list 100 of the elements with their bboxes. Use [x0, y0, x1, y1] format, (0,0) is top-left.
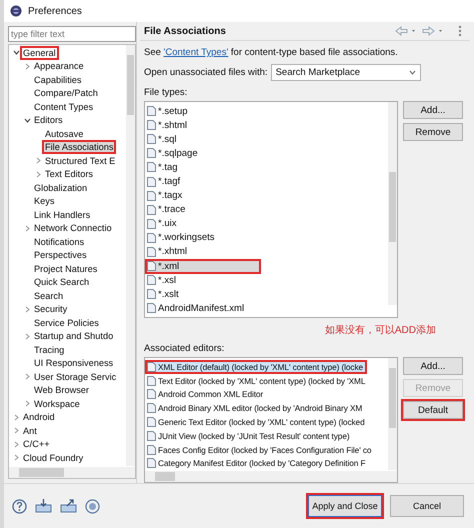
chevron-right-icon[interactable] [24, 306, 31, 313]
tree-item[interactable]: UI Responsiveness [33, 358, 114, 368]
tree-item[interactable]: Tracing [33, 344, 66, 355]
list-item[interactable]: *.tag [147, 162, 180, 173]
list-item[interactable]: *.xhtml [147, 246, 190, 258]
tree-item[interactable]: Workspace [33, 398, 81, 409]
chevron-right-icon[interactable] [13, 454, 20, 462]
list-item[interactable]: *.xslt [147, 288, 181, 300]
chevron-right-icon[interactable] [35, 157, 42, 164]
filter-field[interactable]: type filter text [8, 26, 136, 42]
chevron-down-icon[interactable] [408, 70, 416, 75]
tree-item[interactable]: Globalization [33, 182, 88, 193]
dialog-button[interactable]: Apply and Close [308, 495, 382, 517]
tree-item[interactable]: Network Connectio [33, 223, 113, 234]
scrollbar[interactable] [126, 45, 135, 466]
file-icon [147, 275, 156, 286]
list-item[interactable]: *.trace [147, 204, 188, 216]
tree-item[interactable]: Content Types [33, 102, 94, 112]
tree-item[interactable]: Startup and Shutdo [33, 331, 114, 342]
file-icon [147, 430, 156, 441]
tree-item[interactable]: User Storage Servic [33, 372, 118, 382]
tree-item[interactable]: C/C++ [22, 439, 51, 450]
list-item[interactable]: *.xsl [147, 274, 178, 286]
chevron-down-icon[interactable] [13, 49, 20, 56]
window-title: Preferences [28, 6, 82, 16]
tree-item[interactable]: Autosave [44, 128, 84, 139]
list-button[interactable]: Default [403, 401, 463, 419]
tree-item[interactable]: Link Handlers [33, 210, 92, 220]
chevron-down-icon[interactable] [24, 116, 31, 124]
chevron-right-icon[interactable] [24, 373, 31, 380]
file-icon [147, 232, 156, 243]
list-item[interactable]: Category Manifest Editor (locked by 'Category Definition F [147, 458, 368, 468]
import-icon[interactable] [35, 499, 52, 513]
tree-item[interactable]: Quick Search [33, 277, 90, 288]
list-item[interactable]: *.tagf [147, 176, 182, 188]
tree-item[interactable]: General [22, 48, 57, 58]
chevron-right-icon[interactable] [13, 427, 20, 434]
list-item[interactable]: AndroidManifest.xml [147, 302, 246, 314]
export-icon[interactable] [60, 499, 77, 513]
tree-item[interactable]: Notifications [33, 236, 86, 247]
tree-item[interactable]: Cloud Foundry [22, 452, 84, 463]
chevron-right-icon[interactable] [24, 400, 31, 408]
file-icon [147, 403, 156, 414]
list-item[interactable]: *.workingsets [147, 232, 216, 244]
tree-item[interactable]: Android [22, 412, 56, 422]
list-item[interactable]: *.shtml [147, 120, 190, 131]
tree-item[interactable]: Search [33, 290, 64, 301]
scrollbar[interactable] [388, 358, 397, 470]
record-icon[interactable] [85, 498, 100, 514]
tree-item[interactable]: Compare/Patch [33, 88, 99, 98]
scrollbar[interactable] [145, 471, 397, 482]
chevron-right-icon[interactable] [24, 224, 31, 232]
help-icon[interactable] [12, 498, 27, 514]
chevron-right-icon[interactable] [24, 332, 31, 340]
list-item[interactable]: *.sql [147, 134, 178, 145]
scrollbar[interactable] [9, 467, 135, 478]
list-item[interactable]: Text Editor (locked by 'XML' content type) (locked by 'XML [147, 376, 368, 386]
list-button[interactable]: Add... [403, 101, 463, 119]
file-types-label: File types: [144, 87, 188, 98]
chevron-right-icon[interactable] [13, 440, 20, 448]
tree-item[interactable]: Security [33, 304, 68, 314]
tree-item[interactable]: Service Policies [33, 318, 100, 328]
tree-item[interactable]: Text Editors [44, 169, 94, 180]
tree-item[interactable]: Keys [33, 196, 56, 206]
file-icon [147, 458, 156, 468]
list-item[interactable]: Faces Config Editor (locked by 'Faces Configuration File' co [147, 444, 374, 455]
tree-item[interactable]: Appearance [33, 61, 85, 72]
tree-item[interactable]: File Associations [44, 142, 114, 152]
tree-item[interactable]: Structured Text E [44, 156, 116, 166]
file-icon [147, 261, 156, 272]
tree-item[interactable]: Capabilities [33, 74, 82, 85]
list-item[interactable]: *.sqlpage [147, 148, 200, 159]
tree-item[interactable]: Web Browser [33, 385, 90, 396]
scrollbar[interactable] [388, 102, 397, 305]
list-item[interactable]: *.setup [147, 106, 190, 117]
list-item[interactable]: Android Binary XML editor (locked by 'Android Binary XM [147, 403, 364, 414]
chevron-right-icon[interactable] [35, 170, 42, 178]
list-item[interactable]: *.tagx [147, 190, 184, 202]
app-icon [10, 5, 22, 17]
list-button[interactable]: Remove [403, 123, 463, 141]
tree-item[interactable]: Project Natures [33, 264, 98, 274]
file-icon [147, 162, 156, 172]
tree-item[interactable]: Editors [33, 115, 64, 126]
list-item[interactable]: Android Common XML Editor [147, 389, 266, 400]
content-types-link[interactable]: 'Content Types' [164, 47, 228, 58]
list-button[interactable]: Add... [403, 357, 463, 375]
list-item[interactable]: Generic Text Editor (locked by 'XML' content type) (locked [147, 417, 367, 428]
list-item[interactable]: *.xml [147, 260, 260, 272]
file-icon [147, 303, 156, 314]
chevron-right-icon[interactable] [13, 414, 20, 421]
annotation-note: 如果没有，可以ADD添加 [324, 324, 436, 337]
open-with-dropdown[interactable]: Search Marketplace [270, 64, 421, 81]
list-item[interactable]: *.uix [147, 218, 178, 230]
list-item[interactable]: XML Editor (default) (locked by 'XML' content type) (locke [147, 362, 366, 372]
chevron-right-icon[interactable] [24, 62, 31, 70]
tree-item[interactable]: Perspectives [33, 250, 88, 260]
dialog-button[interactable]: Cancel [390, 495, 464, 517]
file-icon [147, 246, 156, 257]
list-item[interactable]: JUnit View (locked by 'JUnit Test Result' content type) [147, 430, 352, 441]
tree-item[interactable]: Ant [22, 426, 38, 436]
